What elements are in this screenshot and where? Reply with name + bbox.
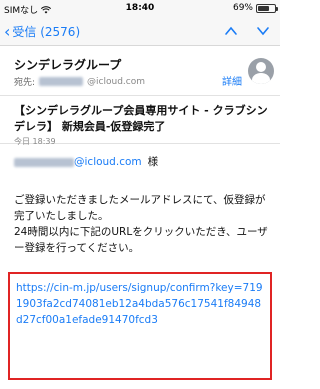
avatar-body [252,73,270,84]
honorific: 様 [147,156,159,168]
battery-group: 69% [232,3,278,13]
paragraph-1: ご登録いただきましたメールアドレスにて、仮登録が完了いたしました。 [14,194,266,222]
redacted-recipient [14,157,74,167]
chevron-down-icon[interactable] [256,21,270,46]
to-line: 宛先: @icloud.com [14,75,146,89]
message-arrows [224,21,270,46]
message-subject: 【シンデレラグループ会員専用サイト - クラブシンデレラ】 新規会員-仮登録完了 [14,104,268,133]
confirm-link[interactable]: https://cin-m.jp/users/signup/confirm?ke… [16,280,266,328]
battery-icon [256,3,278,13]
details-link[interactable]: 詳細 [222,73,242,88]
highlighted-link-box: https://cin-m.jp/users/signup/confirm?ke… [8,272,272,380]
paragraph-2: 24時間以内に下記のURLをクリックいただき、ユーザー登録を行ってください。 [14,226,268,254]
back-to-inbox-button[interactable]: ‹ 受信 (2576) [4,23,80,40]
subject-block: 【シンデレラグループ会員専用サイト - クラブシンデレラ】 新規会員-仮登録完了… [0,96,280,146]
message-date: 今日 18:39 [14,137,56,146]
to-domain: @icloud.com [87,76,146,87]
message-header: シンデレラグループ 宛先: @icloud.com 詳細 [0,46,280,96]
battery-percent: 69% [232,3,253,13]
to-label: 宛先: [14,78,36,88]
redacted-address [39,77,84,86]
body-paragraphs: ご登録いただきましたメールアドレスにて、仮登録が完了いたしました。 24時間以内… [14,192,270,256]
chevron-left-icon: ‹ [4,21,11,41]
avatar-head [256,62,266,72]
avatar [248,58,274,84]
chevron-up-icon[interactable] [224,21,238,46]
battery-fill [258,5,270,11]
sender-name[interactable]: シンデレラグループ [14,56,121,73]
status-bar: SIMなし 18:40 69% [0,0,280,18]
message-body: @icloud.com 様 ご登録いただきましたメールアドレスにて、仮登録が完了… [14,152,270,256]
recipient-domain[interactable]: @icloud.com [74,154,142,170]
mail-nav-bar: ‹ 受信 (2576) [0,18,280,46]
back-label: 受信 (2576) [12,25,81,39]
recipient-line: @icloud.com 様 [14,154,270,170]
